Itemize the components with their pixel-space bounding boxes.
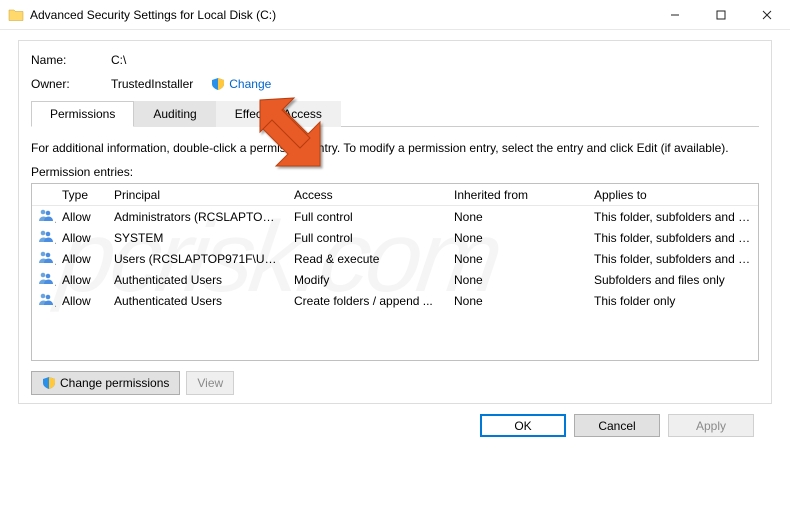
col-inherited-from[interactable]: Inherited from bbox=[448, 188, 588, 202]
cell-inherited: None bbox=[448, 252, 588, 266]
users-icon bbox=[38, 275, 54, 289]
cell-type: Allow bbox=[56, 210, 108, 224]
cell-inherited: None bbox=[448, 231, 588, 245]
folder-icon bbox=[8, 7, 24, 23]
users-icon bbox=[38, 233, 54, 247]
tab-auditing[interactable]: Auditing bbox=[134, 101, 215, 127]
cell-applies: This folder, subfolders and files bbox=[588, 252, 758, 266]
cell-type: Allow bbox=[56, 273, 108, 287]
cancel-button[interactable]: Cancel bbox=[574, 414, 660, 437]
cell-principal: Authenticated Users bbox=[108, 294, 288, 308]
cell-principal: Users (RCSLAPTOP971F\Users) bbox=[108, 252, 288, 266]
cell-inherited: None bbox=[448, 294, 588, 308]
tab-permissions[interactable]: Permissions bbox=[31, 101, 134, 127]
cell-applies: This folder, subfolders and files bbox=[588, 210, 758, 224]
tab-effective-access[interactable]: Effective Access bbox=[216, 101, 341, 127]
table-header: Type Principal Access Inherited from App… bbox=[32, 184, 758, 206]
table-row[interactable]: AllowAdministrators (RCSLAPTOP971...Full… bbox=[32, 206, 758, 227]
apply-button: Apply bbox=[668, 414, 754, 437]
cell-type: Allow bbox=[56, 231, 108, 245]
change-permissions-label: Change permissions bbox=[60, 376, 169, 390]
cell-type: Allow bbox=[56, 252, 108, 266]
table-row[interactable]: AllowAuthenticated UsersModifyNoneSubfol… bbox=[32, 269, 758, 290]
view-button: View bbox=[186, 371, 234, 395]
shield-icon bbox=[211, 77, 225, 91]
cell-access: Modify bbox=[288, 273, 448, 287]
cell-inherited: None bbox=[448, 273, 588, 287]
tabs: Permissions Auditing Effective Access bbox=[31, 101, 759, 127]
maximize-button[interactable] bbox=[698, 0, 744, 30]
close-button[interactable] bbox=[744, 0, 790, 30]
cell-access: Read & execute bbox=[288, 252, 448, 266]
cell-access: Full control bbox=[288, 210, 448, 224]
users-icon bbox=[38, 254, 54, 268]
col-type[interactable]: Type bbox=[56, 188, 108, 202]
cell-principal: Administrators (RCSLAPTOP971... bbox=[108, 210, 288, 224]
table-row[interactable]: AllowAuthenticated UsersCreate folders /… bbox=[32, 290, 758, 311]
cell-principal: SYSTEM bbox=[108, 231, 288, 245]
owner-value: TrustedInstaller bbox=[111, 77, 193, 91]
permission-entries-table[interactable]: Type Principal Access Inherited from App… bbox=[31, 183, 759, 361]
change-permissions-button[interactable]: Change permissions bbox=[31, 371, 180, 395]
shield-icon bbox=[42, 376, 56, 390]
cell-access: Full control bbox=[288, 231, 448, 245]
name-value: C:\ bbox=[111, 53, 126, 67]
users-icon bbox=[38, 212, 54, 226]
cell-principal: Authenticated Users bbox=[108, 273, 288, 287]
cell-access: Create folders / append ... bbox=[288, 294, 448, 308]
cell-applies: Subfolders and files only bbox=[588, 273, 758, 287]
change-owner-link[interactable]: Change bbox=[211, 77, 271, 91]
col-access[interactable]: Access bbox=[288, 188, 448, 202]
cell-applies: This folder, subfolders and files bbox=[588, 231, 758, 245]
cell-inherited: None bbox=[448, 210, 588, 224]
change-link-text: Change bbox=[229, 77, 271, 91]
users-icon bbox=[38, 296, 54, 310]
ok-button[interactable]: OK bbox=[480, 414, 566, 437]
cell-applies: This folder only bbox=[588, 294, 758, 308]
table-row[interactable]: AllowUsers (RCSLAPTOP971F\Users)Read & e… bbox=[32, 248, 758, 269]
owner-label: Owner: bbox=[31, 77, 111, 91]
permission-entries-label: Permission entries: bbox=[31, 165, 759, 179]
minimize-button[interactable] bbox=[652, 0, 698, 30]
main-panel: Name: C:\ Owner: TrustedInstaller Change… bbox=[18, 40, 772, 404]
col-principal[interactable]: Principal bbox=[108, 188, 288, 202]
titlebar: Advanced Security Settings for Local Dis… bbox=[0, 0, 790, 30]
table-row[interactable]: AllowSYSTEMFull controlNoneThis folder, … bbox=[32, 227, 758, 248]
info-text: For additional information, double-click… bbox=[31, 141, 759, 155]
window-title: Advanced Security Settings for Local Dis… bbox=[30, 8, 652, 22]
cell-type: Allow bbox=[56, 294, 108, 308]
col-applies-to[interactable]: Applies to bbox=[588, 188, 758, 202]
name-label: Name: bbox=[31, 53, 111, 67]
